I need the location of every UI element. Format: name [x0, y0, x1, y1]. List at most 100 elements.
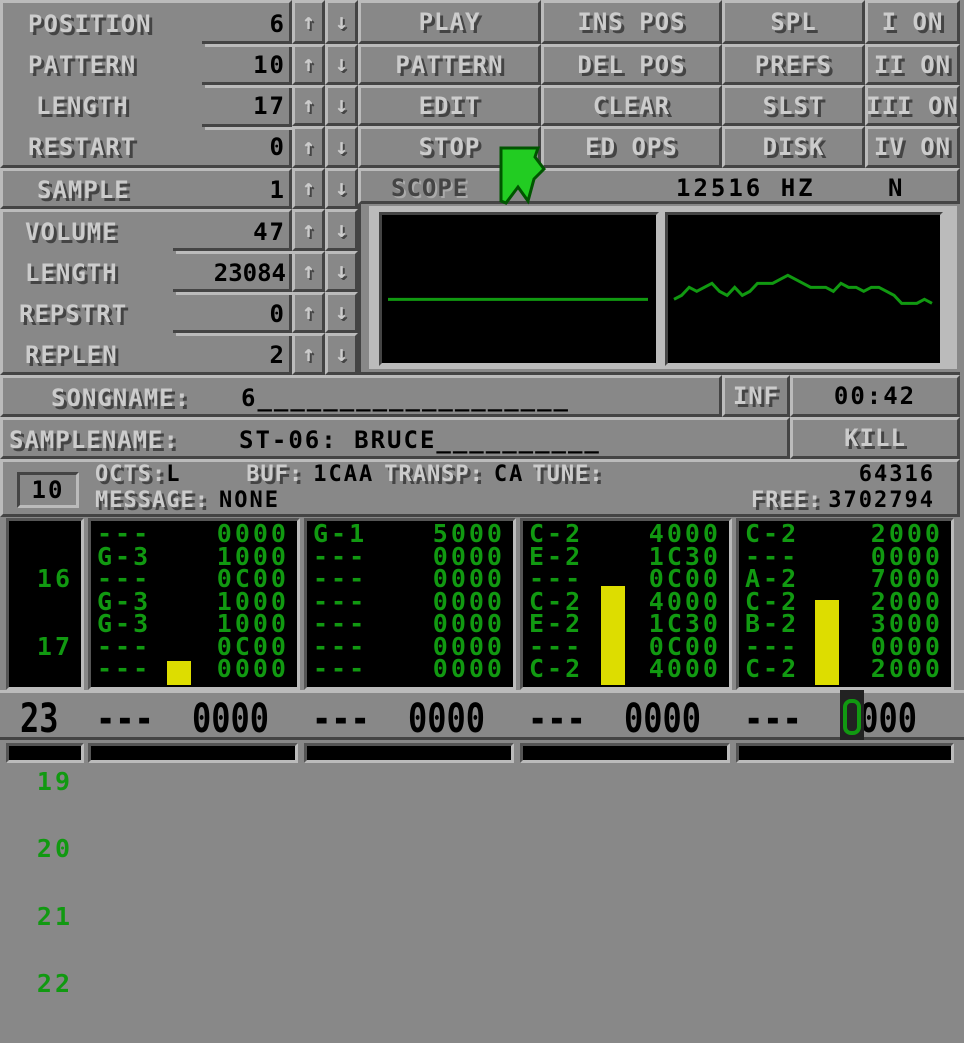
arrow-up-icon: ↑ — [301, 341, 316, 367]
sample-label: SAMPLE — [37, 176, 130, 204]
length-up-button[interactable]: ↑ — [292, 85, 325, 126]
scope-left-wave — [388, 297, 648, 301]
track-3[interactable]: C-2 4000 E-2 1C30 --- 0C00 C-2 4000 E-2 1C30 --- 0C… — [520, 518, 732, 690]
sample-params-panel: VOLUME 47 LENGTH 23084 REPSTRT 0 REPLEN … — [0, 209, 293, 375]
note-cell: --- — [313, 654, 368, 683]
song-controls: POSITION 6 PATTERN 10 LENGTH 17 RESTART … — [0, 0, 292, 168]
position-down-button[interactable]: ↓ — [325, 0, 358, 44]
octs-value: L — [166, 462, 182, 487]
length-value: 17 — [253, 92, 286, 120]
prefs-button[interactable]: PREFS — [722, 44, 865, 85]
samplename-field[interactable]: SAMPLENAME: ST-06: BRUCE__________ — [0, 417, 790, 459]
arrow-down-icon: ↓ — [334, 176, 349, 201]
pattern-label: PATTERN — [28, 51, 137, 79]
arrow-up-icon: ↑ — [301, 134, 316, 160]
edit-button[interactable]: EDIT — [358, 85, 541, 126]
vu-meter — [815, 600, 839, 685]
scope-label: SCOPE — [391, 174, 469, 202]
sample-length-label: LENGTH — [25, 259, 118, 287]
songname-field[interactable]: SONGNAME: 6___________________ — [0, 375, 722, 417]
repstrt-label: REPSTRT — [19, 300, 128, 328]
restart-up-button[interactable]: ↑ — [292, 126, 325, 168]
kill-button[interactable]: KILL — [790, 417, 960, 459]
current-note-cell: --- — [96, 696, 154, 742]
repstrt-up-button[interactable]: ↑ — [292, 292, 325, 333]
sample-length-value: 23084 — [213, 259, 286, 287]
row-number: 16 — [36, 564, 73, 593]
transp-label: TRANSP: — [384, 462, 484, 487]
next-row-number-cell — [6, 743, 84, 763]
sample-row: SAMPLE 1 — [0, 168, 292, 209]
volume-value: 47 — [253, 218, 286, 246]
play-time: 00:42 — [790, 375, 960, 417]
free-label: FREE: — [751, 488, 823, 513]
arrow-up-icon: ↑ — [301, 93, 316, 118]
current-note-cell: --- — [528, 696, 586, 742]
next-row-track-4 — [736, 743, 954, 763]
samplename-value: ST-06: BRUCE__________ — [239, 426, 601, 454]
effect-cell: 2000 — [870, 654, 943, 683]
position-up-button[interactable]: ↑ — [292, 0, 325, 44]
scope-left — [379, 212, 659, 366]
tune-label: TUNE: — [532, 462, 604, 487]
sample-length-down-button[interactable]: ↓ — [325, 251, 358, 292]
track-4[interactable]: C-2 2000 --- 0000 A-2 7000 C-2 2000 B-2 3000 --- 00… — [736, 518, 954, 690]
cursor-digit — [843, 699, 861, 735]
position-label: POSITION — [28, 10, 152, 38]
channel-2-toggle[interactable]: II ON — [865, 44, 960, 85]
scope-header: SCOPE 12516 HZ N — [358, 168, 960, 204]
sample-length-up-button[interactable]: ↑ — [292, 251, 325, 292]
ed-ops-button[interactable]: ED OPS — [541, 126, 722, 168]
arrow-down-icon: ↓ — [334, 259, 349, 284]
sample-up-button[interactable]: ↑ — [292, 168, 325, 209]
ins-pos-button[interactable]: INS POS — [541, 0, 722, 44]
arrow-down-icon: ↓ — [334, 217, 349, 243]
sample-down-button[interactable]: ↓ — [325, 168, 358, 209]
current-effect-cell: 0000 — [192, 696, 270, 742]
status-line-1: OCTS: L BUF: 1CAA TRANSP: CA TUNE: — [95, 464, 604, 486]
channel-4-toggle[interactable]: IV ON — [865, 126, 960, 168]
current-row: 23 --- 0000 --- 0000 --- 0000 --- 0000 — [0, 690, 964, 740]
slst-button[interactable]: SLST — [722, 85, 865, 126]
restart-label: RESTART — [28, 133, 137, 161]
scope-mode: N — [888, 174, 905, 202]
length-down-button[interactable]: ↓ — [325, 85, 358, 126]
replen-up-button[interactable]: ↑ — [292, 333, 325, 375]
octs-label: OCTS: — [95, 462, 167, 487]
mouse-pointer-icon — [499, 146, 546, 205]
pattern-button[interactable]: PATTERN — [358, 44, 541, 85]
clear-button[interactable]: CLEAR — [541, 85, 722, 126]
vu-meter — [601, 586, 625, 685]
current-effect-cell: 0000 — [408, 696, 486, 742]
play-button[interactable]: PLAY — [358, 0, 541, 44]
effect-cell: 0000 — [432, 654, 505, 683]
arrow-down-icon: ↓ — [334, 9, 349, 35]
track-1[interactable]: --- 0000 G-3 1000 --- 0C00 G-3 1000 G-3 1000 --- 0C… — [88, 518, 300, 690]
restart-down-button[interactable]: ↓ — [325, 126, 358, 168]
channel-1-toggle[interactable]: I ON — [865, 0, 960, 44]
length-label: LENGTH — [36, 92, 129, 120]
note-cell: C-2 — [529, 654, 584, 683]
row-numbers: 16 17 18 19 20 21 22 — [1, 523, 73, 1041]
repstrt-down-button[interactable]: ↓ — [325, 292, 358, 333]
volume-down-button[interactable]: ↓ — [325, 209, 358, 251]
buf-value: 1CAA — [313, 462, 375, 487]
pattern-up-button[interactable]: ↑ — [292, 44, 325, 85]
arrow-up-icon: ↑ — [301, 259, 316, 284]
arrow-down-icon: ↓ — [334, 93, 349, 118]
disk-button[interactable]: DISK — [722, 126, 865, 168]
spl-button[interactable]: SPL — [722, 0, 865, 44]
del-pos-button[interactable]: DEL POS — [541, 44, 722, 85]
inf-button[interactable]: INF — [722, 375, 790, 417]
channel-3-toggle[interactable]: III ON — [865, 85, 960, 126]
volume-up-button[interactable]: ↑ — [292, 209, 325, 251]
tune-value: 64316 — [858, 462, 935, 487]
pattern-down-button[interactable]: ↓ — [325, 44, 358, 85]
free-memory: FREE: 3702794 — [751, 490, 935, 512]
repstrt-value: 0 — [269, 300, 286, 328]
replen-down-button[interactable]: ↓ — [325, 333, 358, 375]
track-2[interactable]: G-1 5000 --- 0000 --- 0000 --- 0000 --- 0000 --- 00… — [304, 518, 516, 690]
arrow-up-icon: ↑ — [301, 217, 316, 243]
songname-label: SONGNAME: — [51, 384, 191, 412]
message-value: NONE — [218, 488, 280, 513]
